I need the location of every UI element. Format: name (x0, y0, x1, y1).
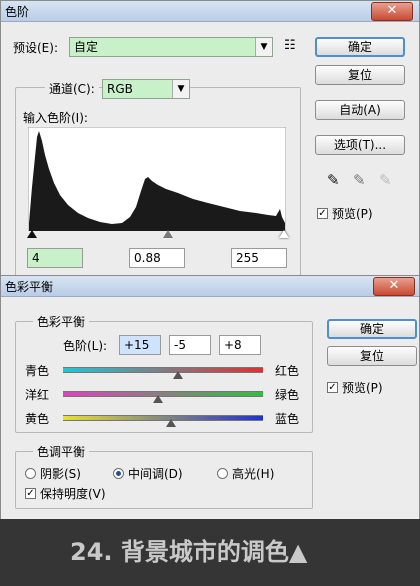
levels-reset-button[interactable]: 复位 (315, 65, 405, 85)
chevron-down-icon: ▼ (255, 38, 272, 56)
input-white-field[interactable]: 255 (231, 248, 287, 268)
color-balance-title: 色彩平衡 (5, 280, 54, 294)
channel-label: 通道(C): (45, 80, 99, 97)
levels-ok-button[interactable]: 确定 (315, 37, 405, 57)
tone-balance-group-label: 色调平衡 (33, 443, 90, 460)
magenta-green-slider-track[interactable] (63, 391, 263, 397)
cyan-label: 青色 (25, 364, 50, 378)
preserve-luminosity-checkbox[interactable]: ✓ (25, 488, 36, 499)
cyan-red-value-field[interactable]: +15 (119, 335, 161, 355)
yellow-blue-slider-thumb[interactable] (166, 419, 176, 427)
channel-select[interactable]: RGB ▼ (102, 79, 190, 99)
levels-auto-button[interactable]: 自动(A) (315, 100, 405, 120)
blue-label: 蓝色 (275, 412, 300, 426)
gamma-slider[interactable] (163, 230, 173, 238)
cyan-red-slider-track[interactable] (63, 367, 263, 373)
input-levels-label: 输入色阶(I): (23, 111, 88, 125)
levels-titlebar[interactable]: 色阶 ✕ (1, 1, 419, 22)
highlights-label: 高光(H) (232, 467, 275, 481)
magenta-green-slider-thumb[interactable] (153, 395, 163, 403)
levels-preview-label: 预览(P) (332, 207, 373, 221)
color-balance-preview-label: 预览(P) (342, 381, 383, 395)
input-gamma-field[interactable]: 0.88 (129, 248, 185, 268)
color-balance-dialog: 色彩平衡 ✕ 色彩平衡 色阶(L): +15 -5 +8 青色 红色 洋红 绿色… (0, 275, 420, 521)
magenta-green-value-field[interactable]: -5 (169, 335, 211, 355)
black-point-slider[interactable] (27, 230, 37, 238)
channel-value: RGB (107, 82, 133, 96)
levels-dialog: 色阶 ✕ 预设(E): 自定 ▼ ☷ 通道(C): RGB ▼ 输入色阶(I):… (0, 0, 420, 292)
levels-title: 色阶 (5, 5, 30, 19)
preset-value: 自定 (74, 40, 99, 54)
color-balance-preview-checkbox[interactable]: ✓ (327, 382, 338, 393)
midtones-radio[interactable] (113, 468, 124, 479)
yellow-blue-value-field[interactable]: +8 (219, 335, 261, 355)
green-label: 绿色 (275, 388, 300, 402)
caption-bar: 24. 背景城市的调色▲ (0, 519, 420, 586)
preset-select[interactable]: 自定 ▼ (69, 37, 273, 57)
preset-label: 预设(E): (13, 41, 58, 55)
red-label: 红色 (275, 364, 300, 378)
levels-options-button[interactable]: 选项(T)... (315, 135, 405, 155)
gray-eyedropper-icon[interactable]: ✎ (353, 171, 366, 189)
white-eyedropper-icon[interactable]: ✎ (379, 171, 392, 189)
levels-preview-checkbox[interactable]: ✓ (317, 208, 328, 219)
black-eyedropper-icon[interactable]: ✎ (327, 171, 340, 189)
yellow-blue-slider-track[interactable] (63, 415, 263, 421)
color-balance-ok-button[interactable]: 确定 (327, 319, 417, 339)
input-black-field[interactable]: 4 (27, 248, 83, 268)
color-balance-group-label: 色彩平衡 (33, 313, 90, 330)
color-balance-reset-button[interactable]: 复位 (327, 346, 417, 366)
cyan-red-slider-thumb[interactable] (173, 371, 183, 379)
levels-close-button[interactable]: ✕ (371, 2, 413, 21)
white-point-slider[interactable] (279, 230, 289, 238)
color-balance-close-button[interactable]: ✕ (373, 277, 415, 296)
shadows-label: 阴影(S) (40, 467, 81, 481)
caption-text: 24. 背景城市的调色▲ (70, 538, 308, 566)
color-balance-titlebar[interactable]: 色彩平衡 ✕ (1, 276, 419, 297)
magenta-label: 洋红 (25, 388, 50, 402)
chevron-down-icon: ▼ (172, 80, 189, 98)
histogram (28, 127, 286, 231)
color-levels-label: 色阶(L): (63, 339, 108, 353)
midtones-label: 中间调(D) (128, 467, 183, 481)
preserve-luminosity-label: 保持明度(V) (40, 487, 106, 501)
shadows-radio[interactable] (25, 468, 36, 479)
yellow-label: 黄色 (25, 412, 50, 426)
highlights-radio[interactable] (217, 468, 228, 479)
preset-options-icon[interactable]: ☷ (284, 38, 296, 53)
